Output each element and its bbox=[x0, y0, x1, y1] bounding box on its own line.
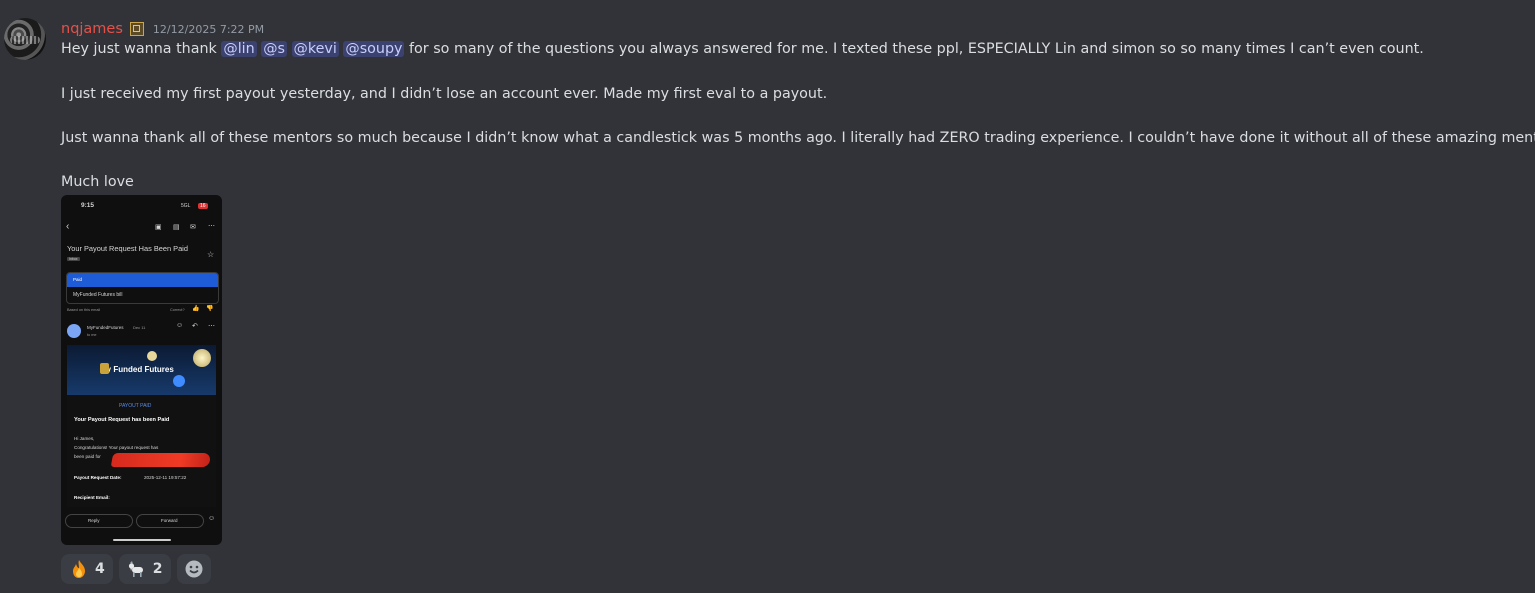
email-subject: Your Payout Request Has Been Paid bbox=[67, 244, 188, 253]
sender-name: MyFundedFutures bbox=[87, 325, 124, 330]
smiley-icon bbox=[185, 560, 202, 578]
emoji-icon: ☺ bbox=[208, 515, 216, 522]
based-on-label: Based on this email bbox=[67, 308, 101, 312]
brand-logo-icon bbox=[100, 363, 109, 374]
text-segment: Hey just wanna thank bbox=[61, 41, 222, 57]
request-date-label: Payout Request Date: bbox=[74, 475, 122, 480]
mail-icon: ✉ bbox=[190, 224, 196, 231]
mention-s[interactable]: @s bbox=[261, 41, 287, 57]
user-avatar[interactable] bbox=[4, 18, 46, 60]
message-content: Hey just wanna thank @lin @s @kevi @soup… bbox=[61, 40, 1535, 192]
mention-soupy[interactable]: @soupy bbox=[343, 41, 405, 57]
reply-button: Reply bbox=[65, 514, 133, 528]
reply-label: Reply bbox=[88, 518, 100, 523]
chat-message: nqjames 12/12/2025 7:22 PM Hey just wann… bbox=[0, 0, 1535, 593]
summary-row: MyFunded Futures bill bbox=[73, 292, 123, 298]
request-date-value: 2025-12-11 19:57:22 bbox=[144, 475, 187, 480]
mention-kevi[interactable]: @kevi bbox=[291, 41, 339, 57]
mention-lin[interactable]: @lin bbox=[221, 41, 257, 57]
inbox-label: Inbox bbox=[67, 257, 80, 261]
home-indicator bbox=[113, 539, 171, 541]
image-attachment[interactable]: 9:15 5GL 16 ‹ ▣ ▤ ✉ ⋯ Your Payout Reques… bbox=[61, 195, 222, 545]
message-header: nqjames 12/12/2025 7:22 PM bbox=[61, 18, 264, 40]
recipient-email-label: Recipient Email: bbox=[74, 495, 110, 500]
reaction-goat[interactable]: 2 bbox=[118, 554, 171, 584]
trash-icon: ▤ bbox=[173, 224, 180, 231]
message-line-3: Just wanna thank all of these mentors so… bbox=[61, 130, 1535, 146]
phone-status-time: 9:15 bbox=[81, 202, 95, 209]
payout-paid-label: PAYOUT PAID bbox=[119, 403, 152, 409]
reply-icon: ↶ bbox=[192, 323, 198, 330]
archive-icon: ▣ bbox=[155, 224, 162, 231]
sender-avatar bbox=[67, 324, 81, 338]
reaction-count: 4 bbox=[95, 561, 105, 577]
more-vert-icon: ⋯ bbox=[208, 323, 215, 330]
light-bulb-icon bbox=[193, 349, 211, 367]
brand-banner: My Funded Futures bbox=[67, 345, 216, 395]
reactions-bar: 4 2 bbox=[61, 554, 211, 584]
brand-name: My Funded Futures bbox=[100, 365, 174, 374]
summary-chip-bar: Paid bbox=[67, 273, 218, 287]
redaction-scribble bbox=[110, 453, 212, 467]
email-heading: Your Payout Request has been Paid bbox=[74, 417, 170, 423]
forward-label: Forward bbox=[161, 518, 178, 523]
thumbs-down-icon: 👎 bbox=[206, 306, 214, 312]
phone-status-network: 5GL bbox=[181, 203, 191, 209]
text-segment: for so many of the questions you always … bbox=[404, 41, 1424, 57]
summary-chip: Paid bbox=[73, 277, 83, 282]
back-arrow-icon: ‹ bbox=[66, 221, 70, 232]
correct-question: Correct? bbox=[170, 308, 185, 312]
email-body-1: Congratulations! Your payout request has bbox=[74, 445, 159, 450]
server-badge-icon[interactable] bbox=[129, 22, 144, 36]
thumbs-up-icon: 👍 bbox=[192, 306, 200, 312]
reaction-count: 2 bbox=[152, 561, 163, 577]
battery-icon: 16 bbox=[198, 203, 208, 209]
forward-button: Forward bbox=[136, 514, 204, 528]
to-me-label: to me bbox=[87, 333, 97, 337]
summary-card: Paid MyFunded Futures bill bbox=[66, 272, 219, 304]
star-icon: ☆ bbox=[207, 250, 215, 259]
message-line-2: I just received my first payout yesterda… bbox=[61, 86, 828, 102]
email-body-2: been paid for bbox=[74, 454, 101, 459]
orb-icon bbox=[173, 375, 185, 387]
fire-icon bbox=[73, 560, 85, 578]
light-bulb-icon bbox=[147, 351, 157, 361]
message-line-1: Hey just wanna thank @lin @s @kevi @soup… bbox=[61, 40, 1521, 59]
message-timestamp: 12/12/2025 7:22 PM bbox=[152, 22, 265, 36]
sender-date: Dec 11 bbox=[133, 325, 146, 330]
more-icon: ⋯ bbox=[208, 223, 215, 230]
email-body: PAYOUT PAID Your Payout Request has been… bbox=[67, 395, 216, 507]
add-reaction-button[interactable] bbox=[176, 554, 211, 584]
emoji-icon: ☺ bbox=[176, 322, 184, 329]
reaction-fire[interactable]: 4 bbox=[61, 554, 113, 584]
username[interactable]: nqjames bbox=[61, 21, 123, 37]
goat-icon bbox=[128, 561, 143, 577]
email-greeting: Hi James, bbox=[74, 436, 95, 441]
message-line-4: Much love bbox=[61, 174, 134, 190]
